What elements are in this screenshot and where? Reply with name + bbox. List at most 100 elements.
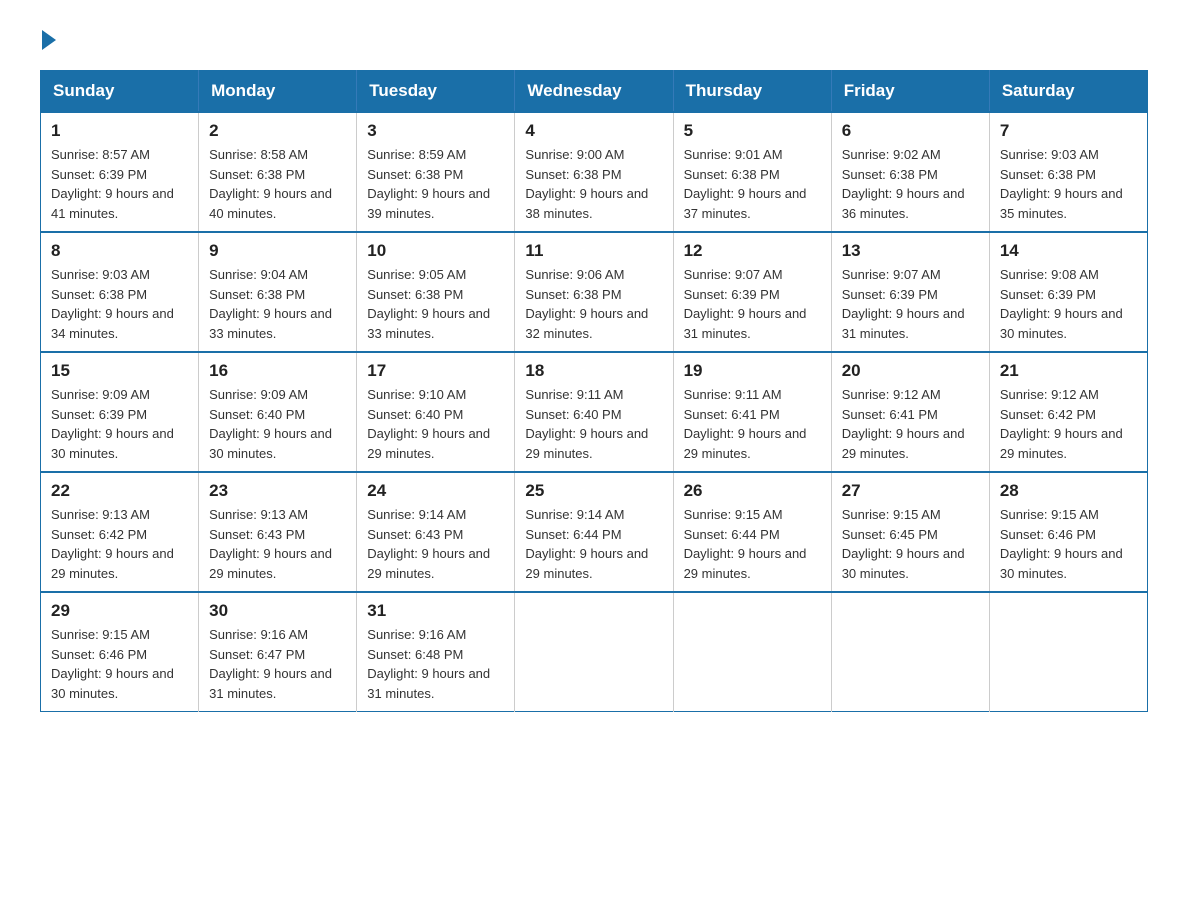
day-info: Sunrise: 9:11 AMSunset: 6:41 PMDaylight:… (684, 387, 807, 461)
calendar-cell: 3 Sunrise: 8:59 AMSunset: 6:38 PMDayligh… (357, 112, 515, 232)
days-of-week-row: SundayMondayTuesdayWednesdayThursdayFrid… (41, 71, 1148, 113)
calendar-week-5: 29 Sunrise: 9:15 AMSunset: 6:46 PMDaylig… (41, 592, 1148, 712)
day-info: Sunrise: 9:13 AMSunset: 6:42 PMDaylight:… (51, 507, 174, 581)
day-number: 15 (51, 361, 188, 381)
calendar-cell (673, 592, 831, 712)
day-number: 18 (525, 361, 662, 381)
day-number: 21 (1000, 361, 1137, 381)
calendar-table: SundayMondayTuesdayWednesdayThursdayFrid… (40, 70, 1148, 712)
day-info: Sunrise: 9:15 AMSunset: 6:44 PMDaylight:… (684, 507, 807, 581)
day-info: Sunrise: 9:05 AMSunset: 6:38 PMDaylight:… (367, 267, 490, 341)
calendar-cell: 6 Sunrise: 9:02 AMSunset: 6:38 PMDayligh… (831, 112, 989, 232)
calendar-cell: 31 Sunrise: 9:16 AMSunset: 6:48 PMDaylig… (357, 592, 515, 712)
day-info: Sunrise: 9:16 AMSunset: 6:47 PMDaylight:… (209, 627, 332, 701)
day-number: 30 (209, 601, 346, 621)
logo-arrow-icon (42, 30, 56, 50)
calendar-cell (831, 592, 989, 712)
day-number: 4 (525, 121, 662, 141)
day-number: 22 (51, 481, 188, 501)
calendar-cell: 29 Sunrise: 9:15 AMSunset: 6:46 PMDaylig… (41, 592, 199, 712)
calendar-cell: 7 Sunrise: 9:03 AMSunset: 6:38 PMDayligh… (989, 112, 1147, 232)
calendar-cell: 20 Sunrise: 9:12 AMSunset: 6:41 PMDaylig… (831, 352, 989, 472)
calendar-week-1: 1 Sunrise: 8:57 AMSunset: 6:39 PMDayligh… (41, 112, 1148, 232)
day-number: 31 (367, 601, 504, 621)
day-number: 28 (1000, 481, 1137, 501)
calendar-cell: 17 Sunrise: 9:10 AMSunset: 6:40 PMDaylig… (357, 352, 515, 472)
day-number: 7 (1000, 121, 1137, 141)
day-of-week-friday: Friday (831, 71, 989, 113)
calendar-cell: 8 Sunrise: 9:03 AMSunset: 6:38 PMDayligh… (41, 232, 199, 352)
day-info: Sunrise: 9:09 AMSunset: 6:39 PMDaylight:… (51, 387, 174, 461)
calendar-cell: 2 Sunrise: 8:58 AMSunset: 6:38 PMDayligh… (199, 112, 357, 232)
calendar-week-3: 15 Sunrise: 9:09 AMSunset: 6:39 PMDaylig… (41, 352, 1148, 472)
day-number: 17 (367, 361, 504, 381)
day-number: 27 (842, 481, 979, 501)
day-number: 3 (367, 121, 504, 141)
day-number: 12 (684, 241, 821, 261)
calendar-cell: 11 Sunrise: 9:06 AMSunset: 6:38 PMDaylig… (515, 232, 673, 352)
day-of-week-tuesday: Tuesday (357, 71, 515, 113)
day-info: Sunrise: 9:09 AMSunset: 6:40 PMDaylight:… (209, 387, 332, 461)
day-info: Sunrise: 9:08 AMSunset: 6:39 PMDaylight:… (1000, 267, 1123, 341)
day-number: 5 (684, 121, 821, 141)
logo (40, 30, 58, 50)
calendar-cell: 25 Sunrise: 9:14 AMSunset: 6:44 PMDaylig… (515, 472, 673, 592)
day-number: 24 (367, 481, 504, 501)
day-info: Sunrise: 8:58 AMSunset: 6:38 PMDaylight:… (209, 147, 332, 221)
day-info: Sunrise: 9:00 AMSunset: 6:38 PMDaylight:… (525, 147, 648, 221)
day-number: 8 (51, 241, 188, 261)
calendar-cell: 1 Sunrise: 8:57 AMSunset: 6:39 PMDayligh… (41, 112, 199, 232)
day-number: 10 (367, 241, 504, 261)
calendar-cell: 27 Sunrise: 9:15 AMSunset: 6:45 PMDaylig… (831, 472, 989, 592)
calendar-cell: 10 Sunrise: 9:05 AMSunset: 6:38 PMDaylig… (357, 232, 515, 352)
calendar-cell: 4 Sunrise: 9:00 AMSunset: 6:38 PMDayligh… (515, 112, 673, 232)
day-number: 19 (684, 361, 821, 381)
calendar-cell (989, 592, 1147, 712)
day-number: 6 (842, 121, 979, 141)
calendar-cell: 9 Sunrise: 9:04 AMSunset: 6:38 PMDayligh… (199, 232, 357, 352)
day-info: Sunrise: 9:04 AMSunset: 6:38 PMDaylight:… (209, 267, 332, 341)
day-of-week-wednesday: Wednesday (515, 71, 673, 113)
calendar-cell: 26 Sunrise: 9:15 AMSunset: 6:44 PMDaylig… (673, 472, 831, 592)
day-info: Sunrise: 8:59 AMSunset: 6:38 PMDaylight:… (367, 147, 490, 221)
day-number: 1 (51, 121, 188, 141)
day-of-week-thursday: Thursday (673, 71, 831, 113)
day-info: Sunrise: 9:07 AMSunset: 6:39 PMDaylight:… (684, 267, 807, 341)
day-info: Sunrise: 9:14 AMSunset: 6:44 PMDaylight:… (525, 507, 648, 581)
calendar-cell: 24 Sunrise: 9:14 AMSunset: 6:43 PMDaylig… (357, 472, 515, 592)
day-info: Sunrise: 9:03 AMSunset: 6:38 PMDaylight:… (51, 267, 174, 341)
page-header (40, 30, 1148, 50)
calendar-cell: 19 Sunrise: 9:11 AMSunset: 6:41 PMDaylig… (673, 352, 831, 472)
calendar-cell: 5 Sunrise: 9:01 AMSunset: 6:38 PMDayligh… (673, 112, 831, 232)
calendar-cell: 12 Sunrise: 9:07 AMSunset: 6:39 PMDaylig… (673, 232, 831, 352)
day-info: Sunrise: 9:10 AMSunset: 6:40 PMDaylight:… (367, 387, 490, 461)
day-info: Sunrise: 9:15 AMSunset: 6:46 PMDaylight:… (51, 627, 174, 701)
day-info: Sunrise: 9:11 AMSunset: 6:40 PMDaylight:… (525, 387, 648, 461)
calendar-cell: 28 Sunrise: 9:15 AMSunset: 6:46 PMDaylig… (989, 472, 1147, 592)
calendar-cell: 21 Sunrise: 9:12 AMSunset: 6:42 PMDaylig… (989, 352, 1147, 472)
calendar-cell: 23 Sunrise: 9:13 AMSunset: 6:43 PMDaylig… (199, 472, 357, 592)
day-of-week-sunday: Sunday (41, 71, 199, 113)
day-number: 9 (209, 241, 346, 261)
day-info: Sunrise: 8:57 AMSunset: 6:39 PMDaylight:… (51, 147, 174, 221)
day-info: Sunrise: 9:14 AMSunset: 6:43 PMDaylight:… (367, 507, 490, 581)
calendar-cell: 16 Sunrise: 9:09 AMSunset: 6:40 PMDaylig… (199, 352, 357, 472)
calendar-cell: 30 Sunrise: 9:16 AMSunset: 6:47 PMDaylig… (199, 592, 357, 712)
calendar-header: SundayMondayTuesdayWednesdayThursdayFrid… (41, 71, 1148, 113)
day-number: 14 (1000, 241, 1137, 261)
day-info: Sunrise: 9:03 AMSunset: 6:38 PMDaylight:… (1000, 147, 1123, 221)
day-number: 26 (684, 481, 821, 501)
day-number: 23 (209, 481, 346, 501)
day-info: Sunrise: 9:12 AMSunset: 6:42 PMDaylight:… (1000, 387, 1123, 461)
day-number: 29 (51, 601, 188, 621)
calendar-week-4: 22 Sunrise: 9:13 AMSunset: 6:42 PMDaylig… (41, 472, 1148, 592)
day-info: Sunrise: 9:12 AMSunset: 6:41 PMDaylight:… (842, 387, 965, 461)
day-info: Sunrise: 9:15 AMSunset: 6:45 PMDaylight:… (842, 507, 965, 581)
day-info: Sunrise: 9:15 AMSunset: 6:46 PMDaylight:… (1000, 507, 1123, 581)
day-number: 20 (842, 361, 979, 381)
day-number: 25 (525, 481, 662, 501)
calendar-cell: 13 Sunrise: 9:07 AMSunset: 6:39 PMDaylig… (831, 232, 989, 352)
day-info: Sunrise: 9:02 AMSunset: 6:38 PMDaylight:… (842, 147, 965, 221)
calendar-cell: 18 Sunrise: 9:11 AMSunset: 6:40 PMDaylig… (515, 352, 673, 472)
day-number: 16 (209, 361, 346, 381)
